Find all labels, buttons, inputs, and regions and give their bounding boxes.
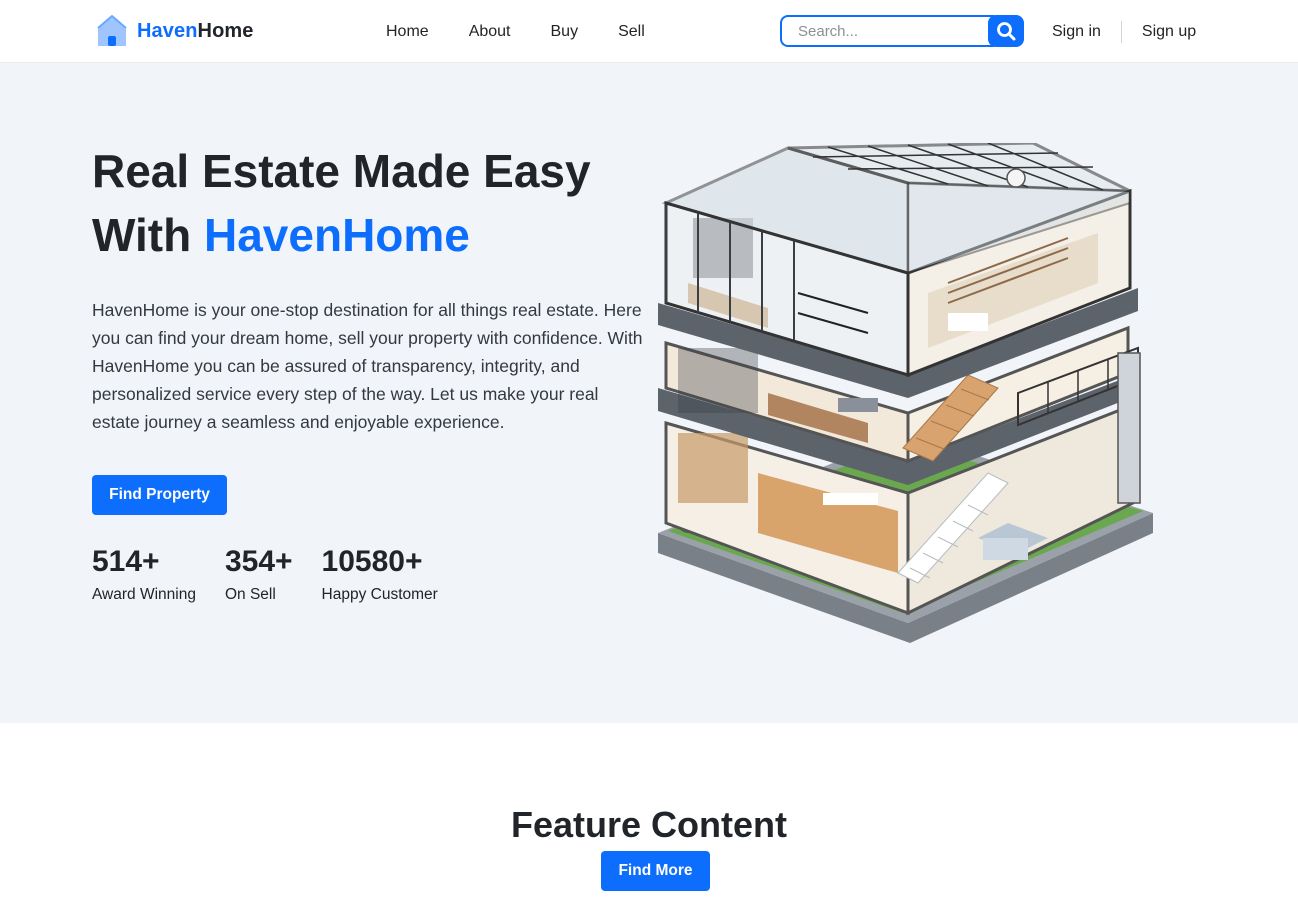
hero-title-line1: Real Estate Made Easy	[92, 145, 591, 197]
stat-label: Award Winning	[92, 586, 196, 603]
stat-award-winning: 514+ Award Winning	[92, 543, 196, 607]
hero-stats: 514+ Award Winning 354+ On Sell 10580+ H…	[92, 543, 467, 607]
navbar: HavenHome Home About Buy Sell Sign in Si…	[0, 0, 1298, 63]
hero-title: Real Estate Made Easy With HavenHome	[92, 139, 652, 267]
stat-happy-customer: 10580+ Happy Customer	[322, 543, 438, 607]
nav-links: Home About Buy Sell	[370, 0, 669, 63]
stat-on-sell: 354+ On Sell	[225, 543, 293, 607]
sign-up-link[interactable]: Sign up	[1130, 23, 1208, 41]
hero-section: Real Estate Made Easy With HavenHome Hav…	[0, 63, 1298, 723]
feature-title: Feature Content	[510, 804, 787, 845]
feature-section: Feature Content Find More	[0, 723, 1298, 903]
find-more-button[interactable]: Find More	[601, 851, 710, 891]
nav-link-about[interactable]: About	[453, 23, 527, 41]
nav-link-sell[interactable]: Sell	[602, 23, 661, 41]
search-button[interactable]	[988, 15, 1024, 47]
stat-value: 514+	[92, 545, 160, 578]
auth-divider	[1120, 20, 1122, 43]
stat-value: 10580+	[321, 545, 423, 578]
brand-name: HavenHome	[137, 20, 254, 43]
hero-title-with: With	[92, 209, 204, 261]
stat-label: Happy Customer	[321, 586, 438, 603]
nav-link-buy[interactable]: Buy	[535, 23, 595, 41]
search-icon	[997, 22, 1016, 41]
hero-description: HavenHome is your one-stop destination f…	[92, 300, 643, 432]
brand-name-part1: Haven	[137, 19, 198, 42]
nav-link-home[interactable]: Home	[370, 23, 445, 41]
house-icon	[97, 15, 127, 46]
search-form	[780, 15, 1024, 47]
hero-title-accent: HavenHome	[204, 209, 470, 261]
search-input[interactable]	[780, 15, 994, 47]
auth-links: Sign in Sign up	[1040, 0, 1208, 63]
stat-value: 354+	[224, 545, 293, 578]
sign-in-link[interactable]: Sign in	[1040, 23, 1113, 41]
brand-logo-link[interactable]: HavenHome	[95, 13, 254, 49]
brand-name-part2: Home	[197, 19, 254, 42]
find-property-button[interactable]: Find Property	[92, 475, 227, 515]
stat-label: On Sell	[224, 586, 276, 603]
cutaway-house-illustration	[658, 143, 1153, 643]
